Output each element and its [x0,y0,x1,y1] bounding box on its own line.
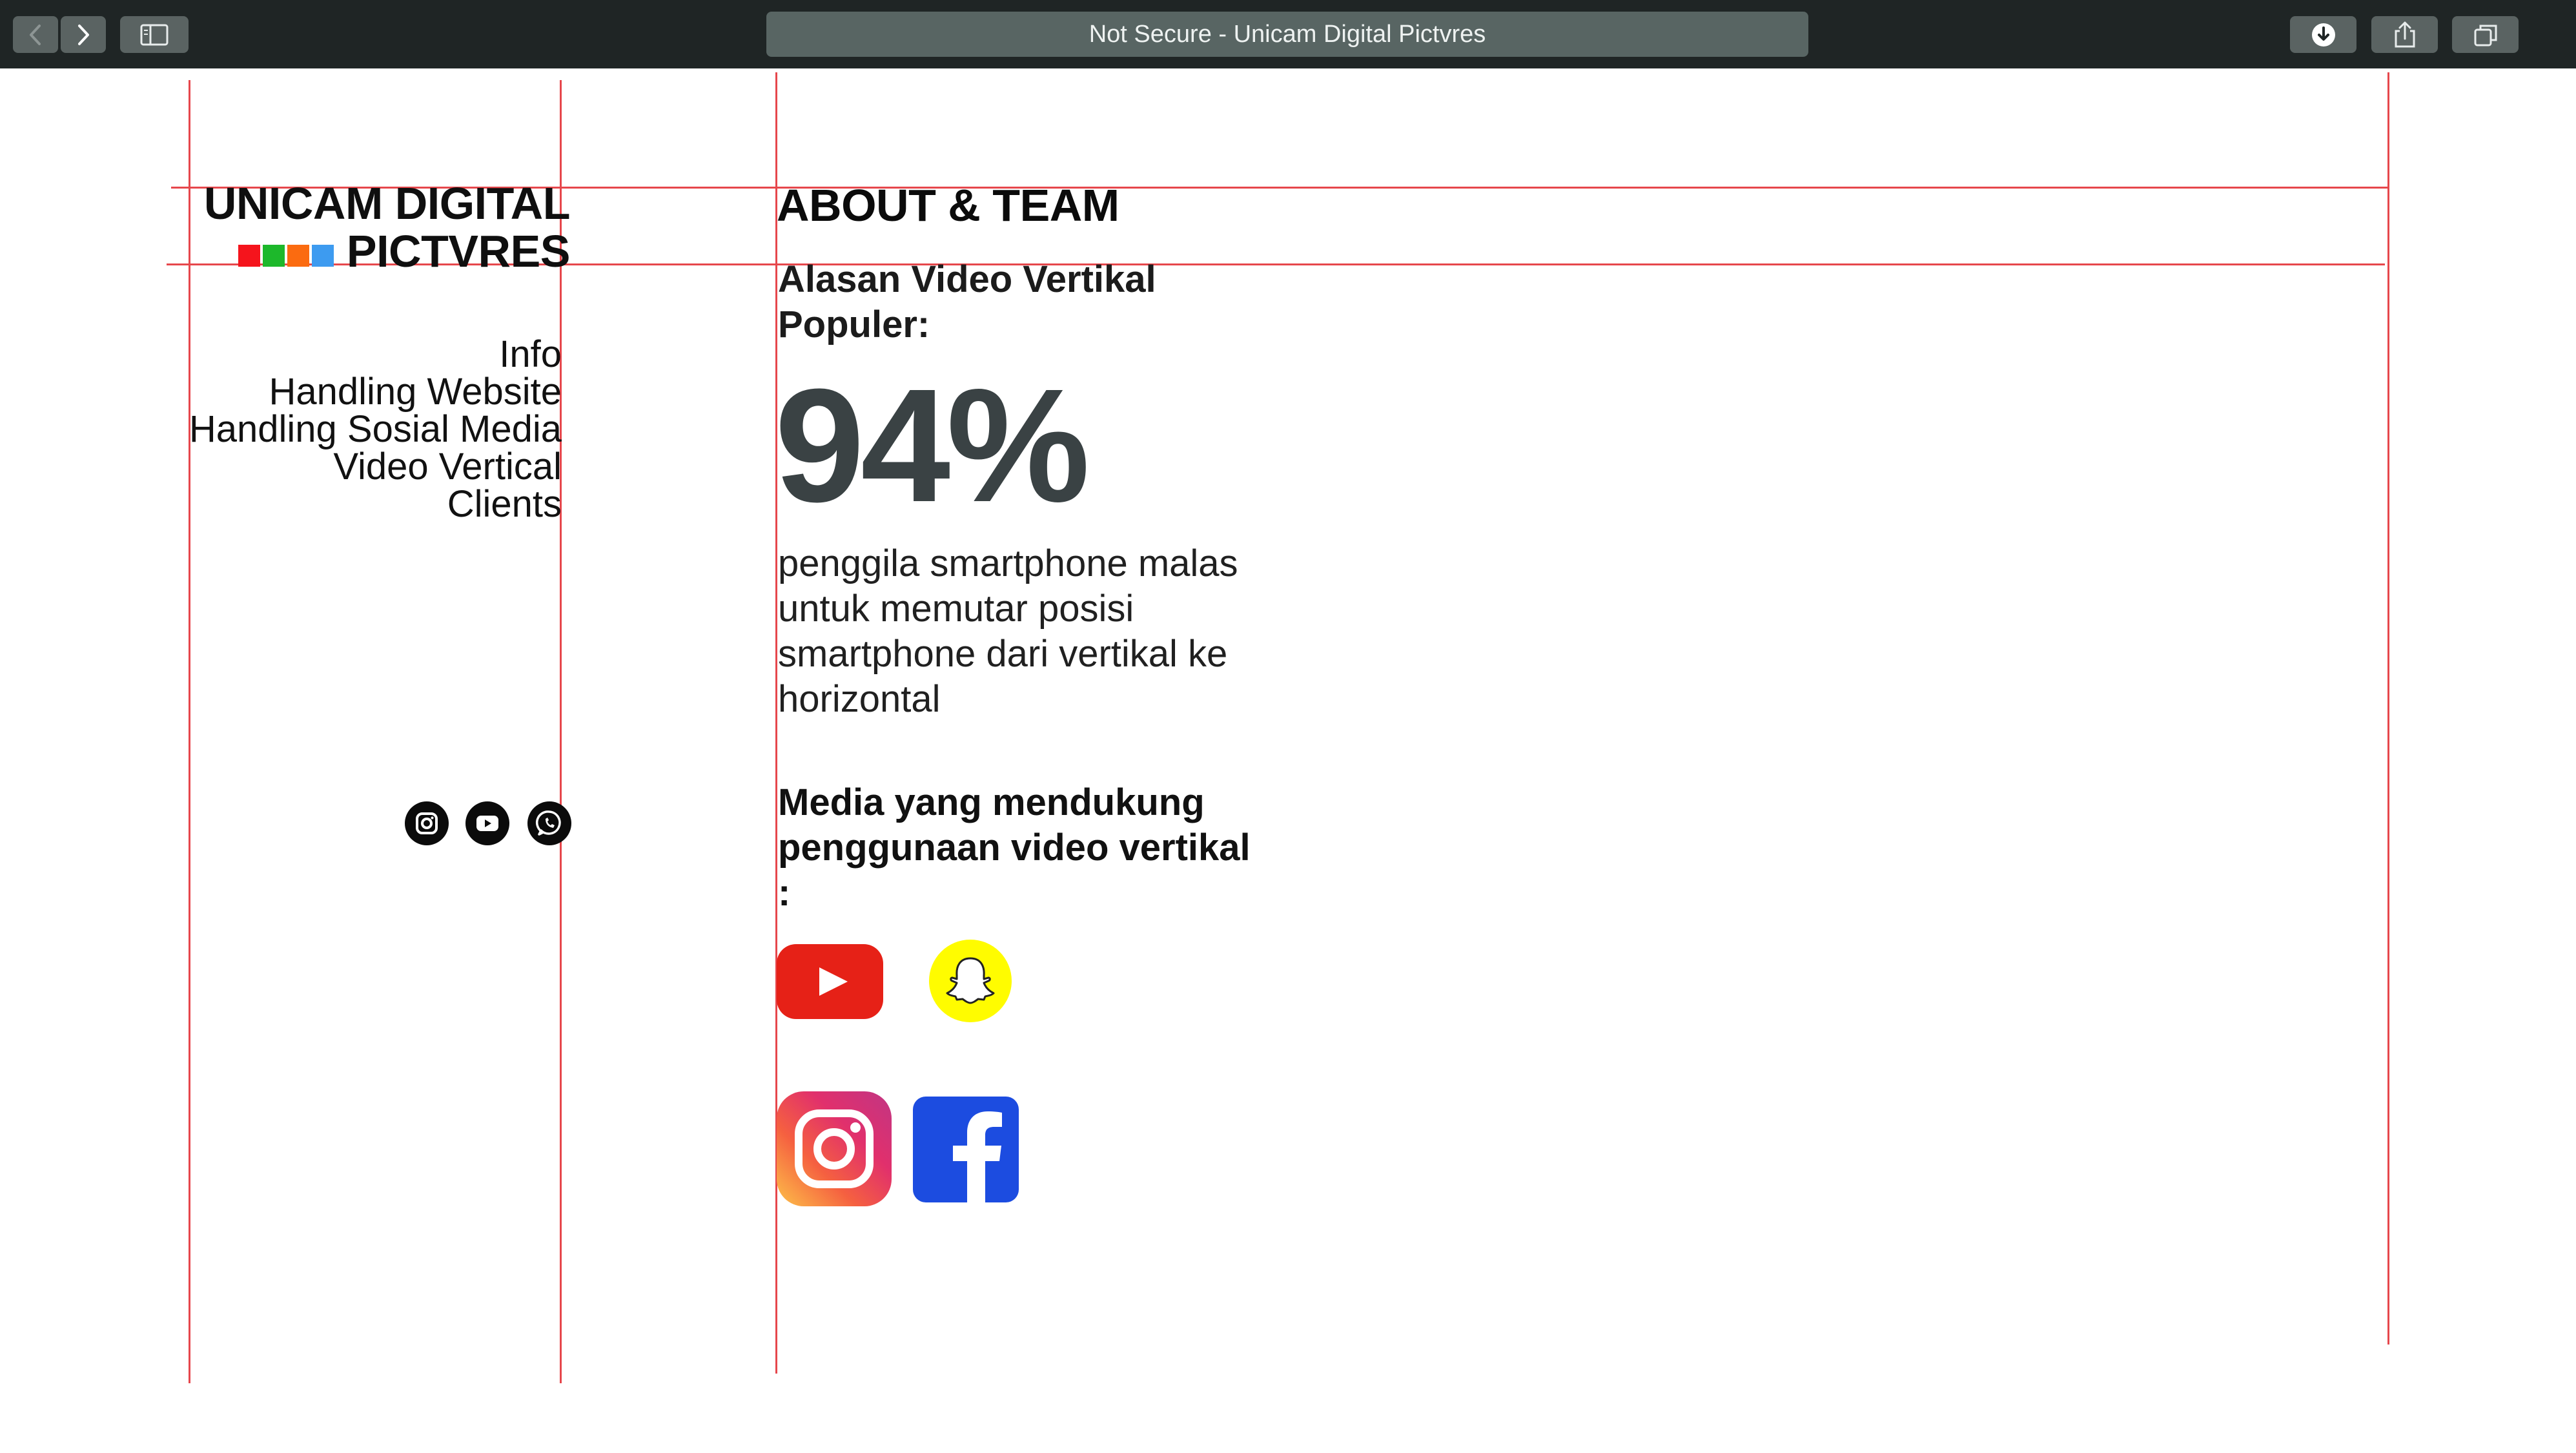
brand-line2: PICTVRES [346,226,571,276]
brand-swatch [311,245,334,267]
nav-item-video-vertical[interactable]: Video Vertical [174,448,562,486]
nav-item-handling-sosial-media[interactable]: Handling Sosial Media [174,411,562,448]
youtube-icon[interactable] [465,801,510,846]
media-heading: Media yang mendukung penggunaan video ve… [778,781,1251,914]
share-button[interactable] [2371,16,2438,53]
brand-logo[interactable]: UNICAM DIGITAL PICTVRES [194,178,571,276]
chevron-left-icon [30,24,41,45]
brand-swatch [287,245,309,267]
back-button[interactable] [13,16,58,53]
brand-swatch [238,245,260,267]
page-title: ABOUT & TEAM [777,180,1119,231]
address-text: Not Secure - Unicam Digital Pictvres [1089,20,1486,48]
sidebar-icon [140,24,169,45]
section-subheading: Alasan Video Vertikal Populer: [778,258,1156,345]
tabs-button[interactable] [2452,16,2519,53]
stat-value: 94% [775,355,1090,535]
site-navigation: Info Handling Website Handling Sosial Me… [174,336,562,523]
share-icon [2395,21,2415,47]
download-button[interactable] [2290,16,2356,53]
sidebar-toggle-button[interactable] [120,16,189,53]
youtube-logo [777,944,883,1022]
stat-description: penggila smartphone malas untuk memutar … [778,542,1238,720]
brand-line1: UNICAM DIGITAL [203,178,571,229]
guide-line-vertical [189,80,190,1383]
address-bar[interactable]: Not Secure - Unicam Digital Pictvres [766,12,1808,57]
brand-color-swatches [238,245,336,267]
facebook-logo [913,1097,1019,1206]
guide-line-vertical [2387,72,2389,1345]
nav-item-handling-website[interactable]: Handling Website [174,373,562,411]
chevron-right-icon [78,24,89,45]
tabs-icon [2474,25,2497,46]
nav-item-clients[interactable]: Clients [174,486,562,523]
browser-toolbar: Not Secure - Unicam Digital Pictvres [0,0,2576,68]
instagram-icon[interactable] [404,801,449,846]
whatsapp-icon[interactable] [527,801,572,846]
forward-button[interactable] [61,16,106,53]
snapchat-logo [928,939,1012,1026]
download-icon [2311,23,2335,46]
nav-item-info[interactable]: Info [174,336,562,373]
brand-swatch [262,245,285,267]
instagram-logo [777,1091,892,1210]
